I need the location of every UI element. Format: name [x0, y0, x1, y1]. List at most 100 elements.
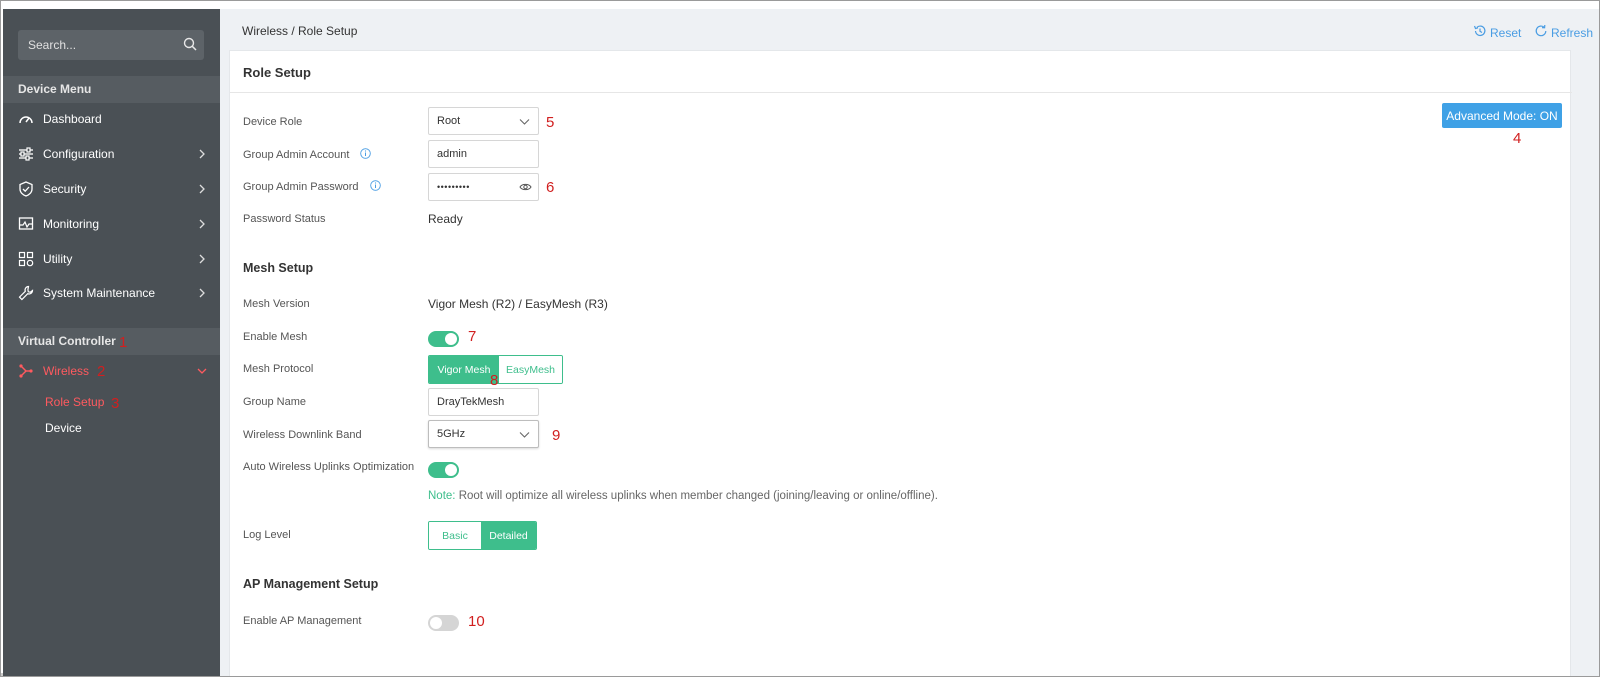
sidebar-item-utility[interactable]: Utility [3, 242, 220, 276]
app-window: Device Menu Dashboard Configuration Secu… [0, 0, 1600, 677]
device-role-value: Root [437, 115, 461, 127]
log-level-segmented: Basic Detailed [428, 521, 537, 550]
chevron-right-icon [197, 218, 207, 229]
shield-icon [18, 181, 34, 197]
wireless-downlink-band-label: Wireless Downlink Band [243, 429, 362, 441]
group-name-input[interactable]: DrayTekMesh [428, 388, 539, 416]
sidebar-item-label: Dashboard [43, 112, 102, 126]
callout-marker: 9 [552, 427, 561, 444]
sidebar-item-security[interactable]: Security [3, 172, 220, 206]
sidebar-item-dashboard[interactable]: Dashboard [3, 102, 220, 136]
group-admin-password-label-text: Group Admin Password [243, 180, 359, 193]
grid-icon [18, 251, 34, 267]
log-level-label: Log Level [243, 529, 291, 541]
ap-management-setup-title: AP Management Setup [243, 577, 379, 591]
group-admin-password-label: Group Admin Password [243, 180, 381, 194]
group-admin-account-input[interactable]: admin [428, 140, 539, 168]
group-admin-password-input[interactable]: ••••••••• [428, 173, 539, 201]
note-key: Note: [428, 490, 456, 502]
device-menu-header: Device Menu [3, 76, 220, 103]
device-role-select[interactable]: Root [428, 107, 539, 135]
search-icon[interactable] [183, 37, 197, 56]
callout-marker: 5 [546, 114, 555, 131]
toggle-knob [445, 333, 457, 345]
refresh-button[interactable]: Refresh [1534, 24, 1593, 41]
refresh-icon [1534, 24, 1548, 41]
chevron-right-icon [197, 253, 207, 264]
group-name-label: Group Name [243, 396, 306, 408]
callout-marker: 6 [546, 179, 555, 196]
sidebar-item-monitoring[interactable]: Monitoring [3, 207, 220, 241]
chevron-right-icon [197, 148, 207, 159]
virtual-controller-header: Virtual Controller [3, 328, 220, 355]
password-status-value: Ready [428, 212, 463, 226]
enable-mesh-toggle[interactable] [428, 331, 459, 347]
mesh-protocol-option-vigor-mesh[interactable]: Vigor Mesh [429, 356, 499, 383]
password-status-label: Password Status [243, 213, 326, 225]
sidebar-item-system-maintenance[interactable]: System Maintenance [3, 276, 220, 310]
chevron-down-icon [197, 365, 207, 375]
breadcrumb: Wireless / Role Setup [242, 24, 358, 38]
callout-marker: 3 [111, 395, 120, 412]
wireless-downlink-band-value: 5GHz [437, 428, 466, 440]
mesh-protocol-option-easymesh[interactable]: EasyMesh [499, 356, 562, 383]
group-admin-password-value: ••••••••• [437, 182, 470, 192]
eye-icon[interactable] [519, 182, 532, 195]
callout-marker: 8 [490, 372, 499, 389]
sidebar-subitem-role-setup[interactable]: Role Setup [45, 395, 104, 409]
refresh-label: Refresh [1551, 25, 1594, 40]
enable-ap-management-label: Enable AP Management [243, 615, 362, 627]
divider [230, 92, 1572, 93]
enable-ap-management-toggle[interactable] [428, 615, 459, 631]
wireless-downlink-band-select[interactable]: 5GHz [428, 420, 539, 448]
sidebar-item-label: System Maintenance [43, 286, 156, 300]
sidebar-subitem-device[interactable]: Device [45, 421, 82, 435]
mesh-version-label: Mesh Version [243, 298, 310, 310]
toggle-knob [430, 617, 442, 629]
search-box[interactable] [18, 30, 204, 60]
wrench-icon [18, 285, 34, 301]
sidebar: Device Menu Dashboard Configuration Secu… [3, 9, 220, 676]
chevron-down-icon [519, 430, 530, 442]
callout-marker: 7 [468, 328, 477, 345]
search-input[interactable] [18, 30, 168, 60]
sidebar-item-label: Monitoring [43, 217, 100, 231]
log-level-option-basic[interactable]: Basic [429, 522, 481, 549]
sliders-icon [18, 146, 34, 162]
uplinks-note: Note: Root will optimize all wireless up… [428, 490, 938, 502]
sidebar-item-label: Configuration [43, 147, 115, 161]
log-level-option-detailed[interactable]: Detailed [481, 522, 536, 549]
info-icon[interactable] [360, 148, 372, 162]
sidebar-item-label: Security [43, 182, 87, 196]
mesh-version-value: Vigor Mesh (R2) / EasyMesh (R3) [428, 297, 608, 311]
mesh-protocol-label: Mesh Protocol [243, 363, 314, 375]
role-setup-card: Role Setup Advanced Mode: ON 4 Device Ro… [229, 50, 1572, 676]
info-icon[interactable] [369, 180, 381, 194]
callout-marker: 4 [1513, 130, 1522, 147]
callout-marker: 1 [119, 334, 128, 351]
callout-marker: 10 [468, 613, 485, 630]
dashboard-icon [18, 111, 34, 127]
advanced-mode-button[interactable]: Advanced Mode: ON [1442, 103, 1562, 128]
callout-marker: 2 [97, 363, 106, 380]
main-content: Wireless / Role Setup Reset Refresh Role… [220, 9, 1599, 676]
mesh-icon [18, 363, 34, 379]
group-admin-account-value: admin [437, 148, 467, 160]
note-text: Root will optimize all wireless uplinks … [455, 490, 938, 502]
monitor-icon [18, 216, 34, 232]
chevron-right-icon [197, 287, 207, 298]
enable-mesh-label: Enable Mesh [243, 331, 308, 343]
reset-button[interactable]: Reset [1473, 24, 1521, 41]
sidebar-item-label: Wireless [43, 364, 90, 378]
sidebar-item-wireless[interactable]: Wireless [3, 354, 220, 388]
group-admin-account-label-text: Group Admin Account [243, 148, 350, 161]
chevron-right-icon [197, 183, 207, 194]
group-name-value: DrayTekMesh [437, 396, 505, 408]
sidebar-item-configuration[interactable]: Configuration [3, 137, 220, 171]
sidebar-item-label: Utility [43, 252, 73, 266]
auto-uplinks-toggle[interactable] [428, 462, 459, 478]
device-role-label: Device Role [243, 116, 303, 128]
chevron-down-icon [519, 117, 530, 129]
mesh-setup-title: Mesh Setup [243, 261, 314, 275]
card-title: Role Setup [243, 65, 311, 80]
